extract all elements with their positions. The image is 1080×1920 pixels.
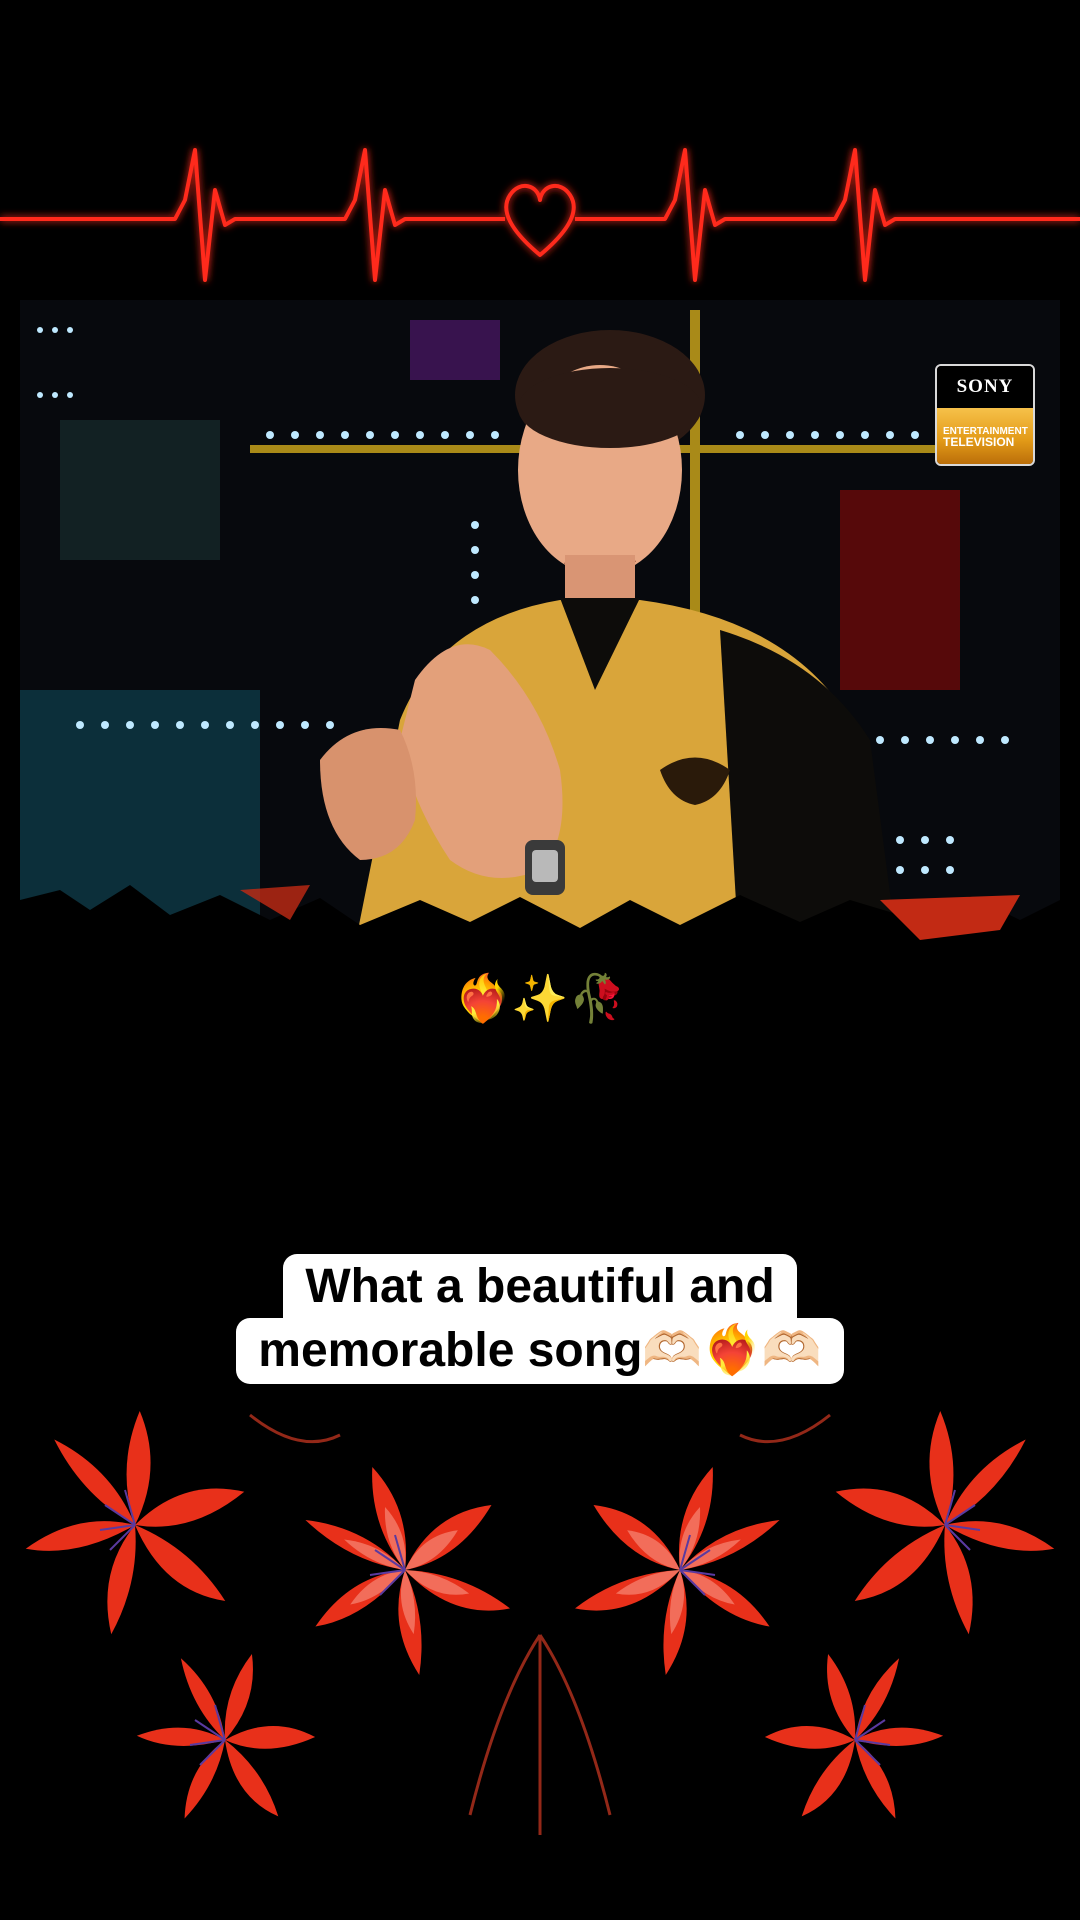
emoji-row: ❤️‍🔥✨🥀 [454,972,626,1024]
sony-subtitle: ENTERTAINMENT TELEVISION [937,408,1033,464]
caption-line-2: memorable song🫶🏻❤️‍🔥🫶🏻 [236,1318,844,1384]
caption-line-1: What a beautiful and [283,1254,797,1320]
caption-overlay: What a beautiful and memorable song🫶🏻❤️‍… [0,1254,1080,1384]
video-clip-panel [20,300,1060,970]
sony-brand-text: SONY [937,366,1033,408]
heartbeat-line-graphic [0,148,1080,282]
red-lily-flowers-graphic [25,1411,1055,1846]
stage-scene-illustration [20,300,1060,970]
sony-entertainment-television-logo: SONY ENTERTAINMENT TELEVISION [935,364,1035,466]
sony-subtitle-line2: TELEVISION [943,435,1015,449]
video-frame[interactable]: SONY ENTERTAINMENT TELEVISION ❤️‍🔥✨🥀 Wha… [0,0,1080,1920]
